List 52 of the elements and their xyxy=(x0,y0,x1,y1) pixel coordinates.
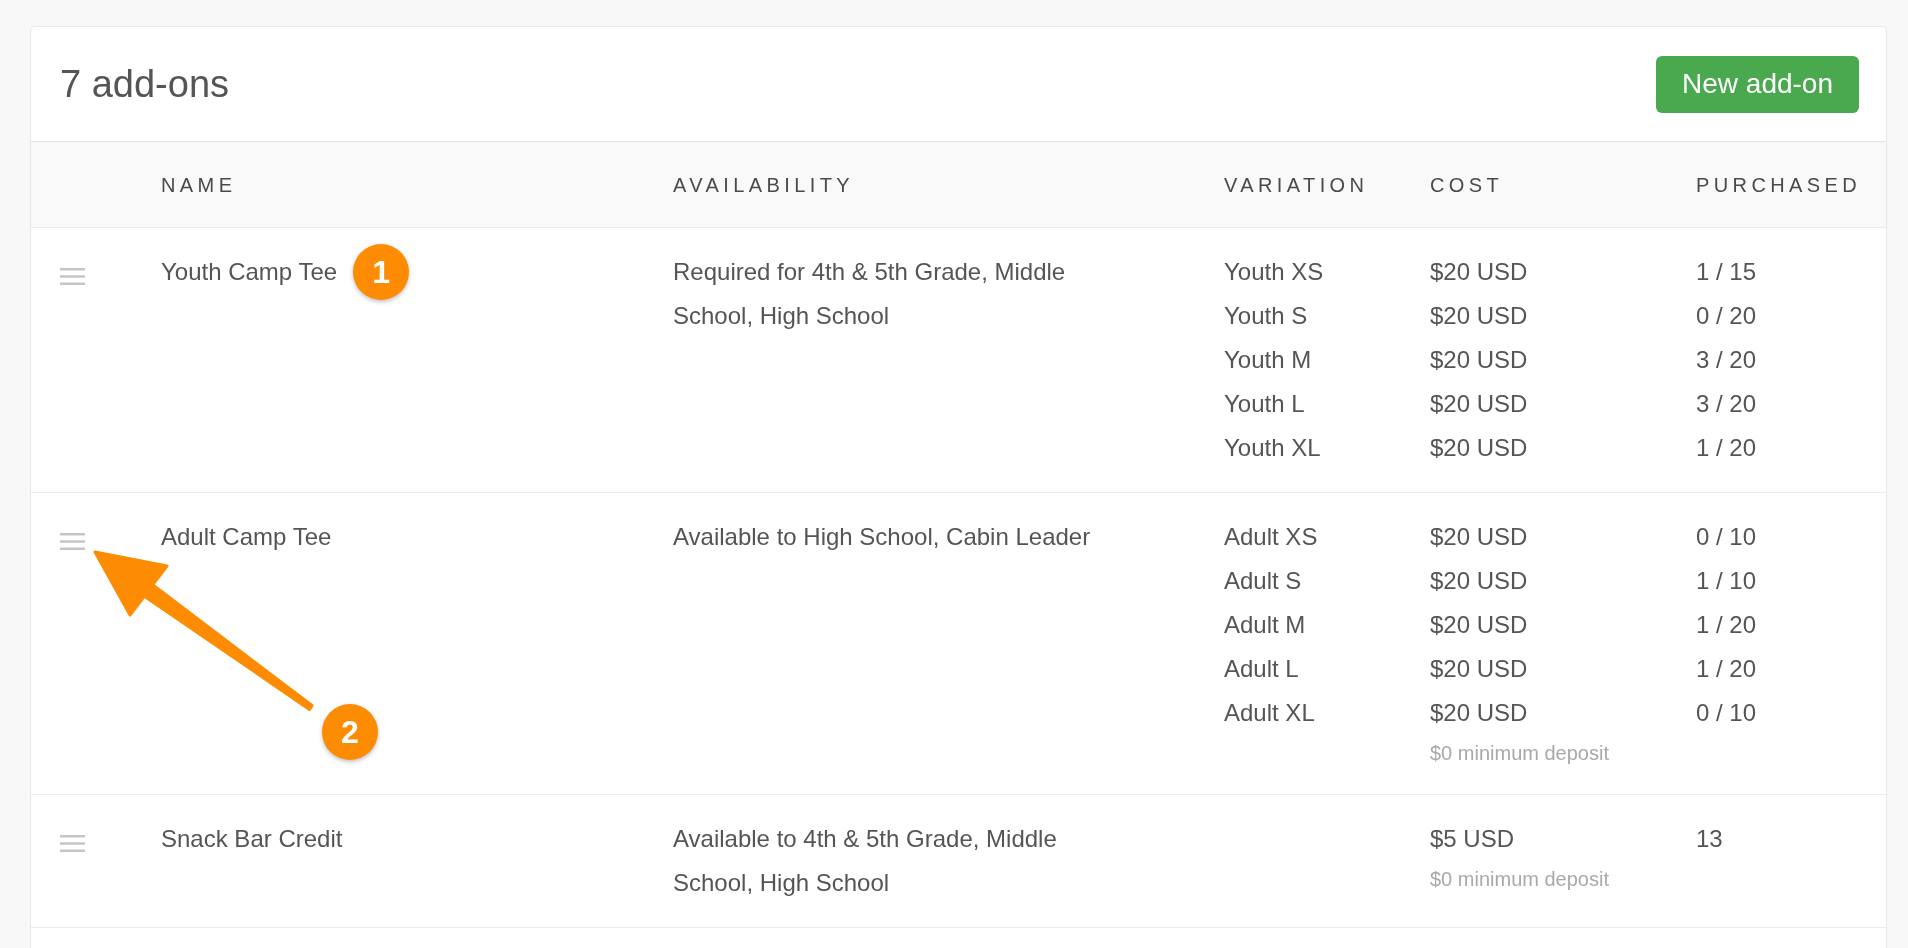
addon-name: Adult Camp Tee xyxy=(161,522,332,552)
purchased-count: 13 xyxy=(1696,824,1723,854)
purchased-count: 3 / 20 xyxy=(1696,389,1757,419)
purchased-count: 1 / 20 xyxy=(1696,654,1757,684)
cost-text: $20 USD xyxy=(1430,698,1528,728)
deposit-note: $0 minimum deposit xyxy=(1430,867,1609,892)
variation-name: Adult M xyxy=(1224,610,1306,640)
addon-name: Snack Bar Credit xyxy=(161,824,343,854)
variation-name: Youth XS xyxy=(1224,257,1324,287)
callout-badge: 2 xyxy=(322,704,378,760)
column-header: NAME xyxy=(161,173,237,196)
purchased-count: 1 / 15 xyxy=(1696,257,1757,287)
availability-text: Available to 4th & 5th Grade, Middle School, High School xyxy=(673,824,1058,898)
column-header: COST xyxy=(1430,173,1504,196)
drag-handle-icon[interactable] xyxy=(60,835,85,852)
new-addon-button[interactable]: New add-on xyxy=(1656,55,1859,113)
variation-name: Adult XS xyxy=(1224,522,1318,552)
variation-name: Youth XL xyxy=(1224,433,1321,463)
callout-badge: 1 xyxy=(353,244,410,300)
cost-text: $20 USD xyxy=(1430,433,1528,463)
purchased-count: 1 / 20 xyxy=(1696,433,1757,463)
addon-name: Youth Camp Tee xyxy=(161,257,338,287)
variation-name: Adult XL xyxy=(1224,698,1315,728)
availability-text: Available to High School, Cabin Leader xyxy=(673,522,1092,552)
cost-text: $20 USD xyxy=(1430,522,1528,552)
cost-text: $20 USD xyxy=(1430,389,1528,419)
column-header: VARIATION xyxy=(1224,173,1369,196)
purchased-count: 1 / 10 xyxy=(1696,566,1757,596)
purchased-count: 1 / 20 xyxy=(1696,610,1757,640)
cost-text: $20 USD xyxy=(1430,257,1528,287)
variation-name: Adult S xyxy=(1224,566,1302,596)
variation-name: Adult L xyxy=(1224,654,1299,684)
availability-text: Required for 4th & 5th Grade, Middle School, High School xyxy=(673,257,1067,331)
deposit-note: $0 minimum deposit xyxy=(1430,741,1609,766)
purchased-count: 0 / 10 xyxy=(1696,698,1757,728)
cost-text: $20 USD xyxy=(1430,345,1528,375)
drag-handle-icon[interactable] xyxy=(60,533,85,550)
drag-handle-icon[interactable] xyxy=(60,268,85,285)
page-title: 7 add-ons xyxy=(60,65,229,103)
variation-name: Youth L xyxy=(1224,389,1305,419)
variation-name: Youth M xyxy=(1224,345,1312,375)
cost-text: $5 USD xyxy=(1430,824,1515,854)
column-header: AVAILABILITY xyxy=(673,173,854,196)
column-header: PURCHASED xyxy=(1696,173,1862,196)
variation-name: Youth S xyxy=(1224,301,1308,331)
purchased-count: 3 / 20 xyxy=(1696,345,1757,375)
cost-text: $20 USD xyxy=(1430,610,1528,640)
cost-text: $20 USD xyxy=(1430,301,1528,331)
cost-text: $20 USD xyxy=(1430,566,1528,596)
purchased-count: 0 / 20 xyxy=(1696,301,1757,331)
cost-text: $20 USD xyxy=(1430,654,1528,684)
purchased-count: 0 / 10 xyxy=(1696,522,1757,552)
